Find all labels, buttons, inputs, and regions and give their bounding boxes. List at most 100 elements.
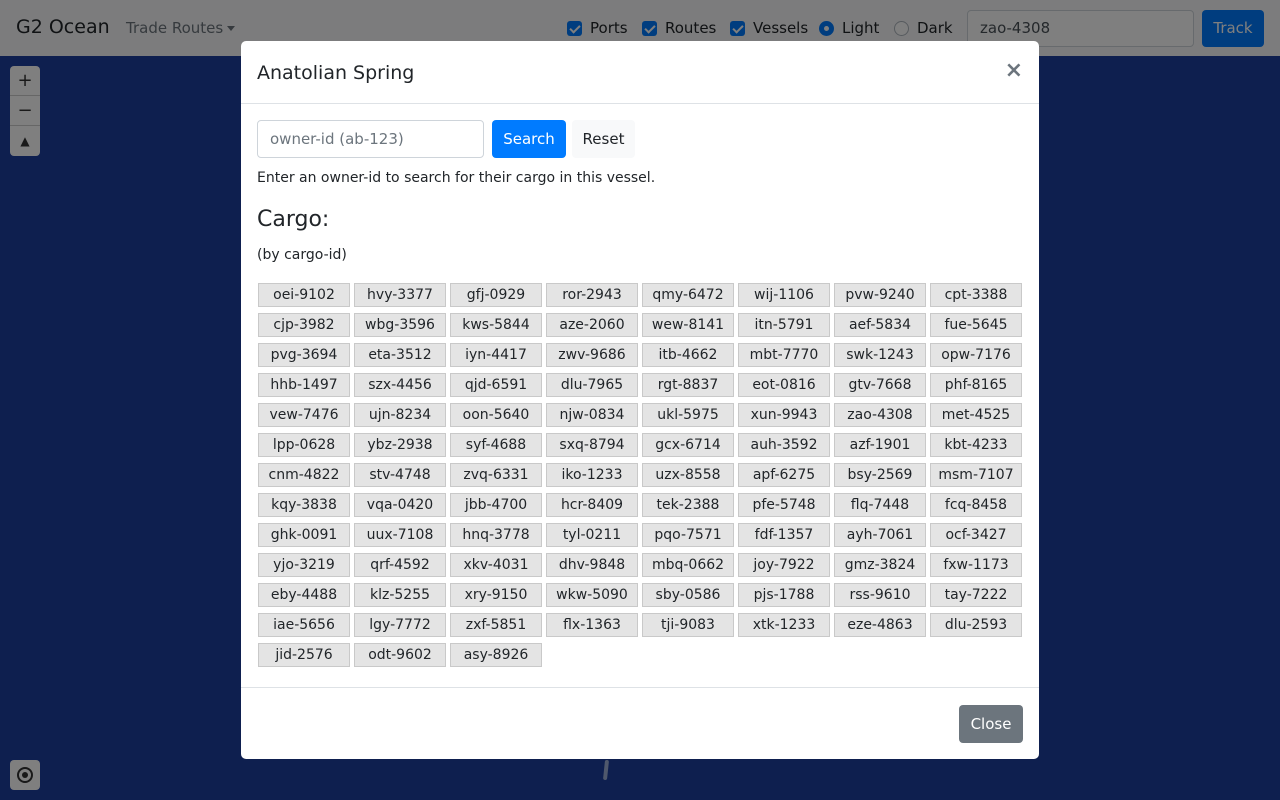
cargo-chip[interactable]: opw-7176 — [930, 343, 1022, 367]
cargo-chip[interactable]: met-4525 — [930, 403, 1022, 427]
cargo-chip[interactable]: tji-9083 — [642, 613, 734, 637]
cargo-chip[interactable]: kws-5844 — [450, 313, 542, 337]
cargo-chip[interactable]: oei-9102 — [258, 283, 350, 307]
cargo-chip[interactable]: pqo-7571 — [642, 523, 734, 547]
cargo-chip[interactable]: msm-7107 — [930, 463, 1022, 487]
cargo-chip[interactable]: gfj-0929 — [450, 283, 542, 307]
cargo-chip[interactable]: apf-6275 — [738, 463, 830, 487]
cargo-chip[interactable]: itb-4662 — [642, 343, 734, 367]
cargo-chip[interactable]: eby-4488 — [258, 583, 350, 607]
cargo-chip[interactable]: dlu-2593 — [930, 613, 1022, 637]
cargo-chip[interactable]: gmz-3824 — [834, 553, 926, 577]
cargo-chip[interactable]: vew-7476 — [258, 403, 350, 427]
cargo-chip[interactable]: pvw-9240 — [834, 283, 926, 307]
cargo-chip[interactable]: sby-0586 — [642, 583, 734, 607]
cargo-chip[interactable]: azf-1901 — [834, 433, 926, 457]
cargo-chip[interactable]: pfe-5748 — [738, 493, 830, 517]
cargo-chip[interactable]: iko-1233 — [546, 463, 638, 487]
reset-button[interactable]: Reset — [572, 120, 635, 158]
cargo-chip[interactable]: klz-5255 — [354, 583, 446, 607]
cargo-chip[interactable]: rgt-8837 — [642, 373, 734, 397]
cargo-chip[interactable]: lgy-7772 — [354, 613, 446, 637]
cargo-chip[interactable]: xtk-1233 — [738, 613, 830, 637]
cargo-chip[interactable]: flq-7448 — [834, 493, 926, 517]
cargo-chip[interactable]: ocf-3427 — [930, 523, 1022, 547]
cargo-chip[interactable]: dlu-7965 — [546, 373, 638, 397]
cargo-chip[interactable]: ghk-0091 — [258, 523, 350, 547]
cargo-chip[interactable]: wij-1106 — [738, 283, 830, 307]
cargo-chip[interactable]: itn-5791 — [738, 313, 830, 337]
cargo-chip[interactable]: fdf-1357 — [738, 523, 830, 547]
cargo-chip[interactable]: hhb-1497 — [258, 373, 350, 397]
cargo-chip[interactable]: qjd-6591 — [450, 373, 542, 397]
cargo-chip[interactable]: fue-5645 — [930, 313, 1022, 337]
cargo-chip[interactable]: aef-5834 — [834, 313, 926, 337]
cargo-chip[interactable]: odt-9602 — [354, 643, 446, 667]
cargo-chip[interactable]: sxq-8794 — [546, 433, 638, 457]
cargo-chip[interactable]: hnq-3778 — [450, 523, 542, 547]
cargo-chip[interactable]: swk-1243 — [834, 343, 926, 367]
owner-id-input[interactable]: owner-id (ab-123) — [257, 120, 484, 158]
cargo-chip[interactable]: gtv-7668 — [834, 373, 926, 397]
cargo-chip[interactable]: oon-5640 — [450, 403, 542, 427]
cargo-chip[interactable]: dhv-9848 — [546, 553, 638, 577]
cargo-chip[interactable]: mbt-7770 — [738, 343, 830, 367]
cargo-chip[interactable]: wkw-5090 — [546, 583, 638, 607]
cargo-chip[interactable]: fcq-8458 — [930, 493, 1022, 517]
cargo-chip[interactable]: zvq-6331 — [450, 463, 542, 487]
cargo-chip[interactable]: lpp-0628 — [258, 433, 350, 457]
cargo-chip[interactable]: ybz-2938 — [354, 433, 446, 457]
cargo-chip[interactable]: pvg-3694 — [258, 343, 350, 367]
cargo-chip[interactable]: tyl-0211 — [546, 523, 638, 547]
search-button[interactable]: Search — [492, 120, 566, 158]
cargo-chip[interactable]: joy-7922 — [738, 553, 830, 577]
cargo-chip[interactable]: zxf-5851 — [450, 613, 542, 637]
cargo-chip[interactable]: uzx-8558 — [642, 463, 734, 487]
cargo-chip[interactable]: iae-5656 — [258, 613, 350, 637]
cargo-chip[interactable]: jbb-4700 — [450, 493, 542, 517]
cargo-chip[interactable]: cpt-3388 — [930, 283, 1022, 307]
close-button[interactable]: Close — [959, 705, 1023, 743]
cargo-chip[interactable]: mbq-0662 — [642, 553, 734, 577]
cargo-chip[interactable]: kqy-3838 — [258, 493, 350, 517]
cargo-chip[interactable]: flx-1363 — [546, 613, 638, 637]
cargo-chip[interactable]: eot-0816 — [738, 373, 830, 397]
cargo-chip[interactable]: zwv-9686 — [546, 343, 638, 367]
cargo-chip[interactable]: wbg-3596 — [354, 313, 446, 337]
cargo-chip[interactable]: auh-3592 — [738, 433, 830, 457]
cargo-chip[interactable]: aze-2060 — [546, 313, 638, 337]
cargo-chip[interactable]: vqa-0420 — [354, 493, 446, 517]
cargo-chip[interactable]: ukl-5975 — [642, 403, 734, 427]
cargo-chip[interactable]: bsy-2569 — [834, 463, 926, 487]
cargo-chip[interactable]: qmy-6472 — [642, 283, 734, 307]
cargo-chip[interactable]: xun-9943 — [738, 403, 830, 427]
cargo-chip[interactable]: eta-3512 — [354, 343, 446, 367]
cargo-chip[interactable]: eze-4863 — [834, 613, 926, 637]
cargo-chip[interactable]: ayh-7061 — [834, 523, 926, 547]
cargo-chip[interactable]: xry-9150 — [450, 583, 542, 607]
cargo-chip[interactable]: qrf-4592 — [354, 553, 446, 577]
cargo-chip[interactable]: ujn-8234 — [354, 403, 446, 427]
cargo-chip[interactable]: cjp-3982 — [258, 313, 350, 337]
cargo-chip[interactable]: syf-4688 — [450, 433, 542, 457]
cargo-chip[interactable]: tay-7222 — [930, 583, 1022, 607]
cargo-chip[interactable]: gcx-6714 — [642, 433, 734, 457]
cargo-chip[interactable]: stv-4748 — [354, 463, 446, 487]
cargo-chip[interactable]: kbt-4233 — [930, 433, 1022, 457]
cargo-chip[interactable]: pjs-1788 — [738, 583, 830, 607]
cargo-chip[interactable]: szx-4456 — [354, 373, 446, 397]
cargo-chip[interactable]: fxw-1173 — [930, 553, 1022, 577]
cargo-chip[interactable]: yjo-3219 — [258, 553, 350, 577]
cargo-chip[interactable]: asy-8926 — [450, 643, 542, 667]
cargo-chip[interactable]: cnm-4822 — [258, 463, 350, 487]
cargo-chip[interactable]: phf-8165 — [930, 373, 1022, 397]
cargo-chip[interactable]: njw-0834 — [546, 403, 638, 427]
cargo-chip[interactable]: tek-2388 — [642, 493, 734, 517]
close-icon[interactable]: × — [1005, 58, 1023, 83]
cargo-chip[interactable]: ror-2943 — [546, 283, 638, 307]
cargo-chip[interactable]: hcr-8409 — [546, 493, 638, 517]
cargo-chip[interactable]: iyn-4417 — [450, 343, 542, 367]
cargo-chip[interactable]: hvy-3377 — [354, 283, 446, 307]
cargo-chip[interactable]: wew-8141 — [642, 313, 734, 337]
cargo-chip[interactable]: zao-4308 — [834, 403, 926, 427]
